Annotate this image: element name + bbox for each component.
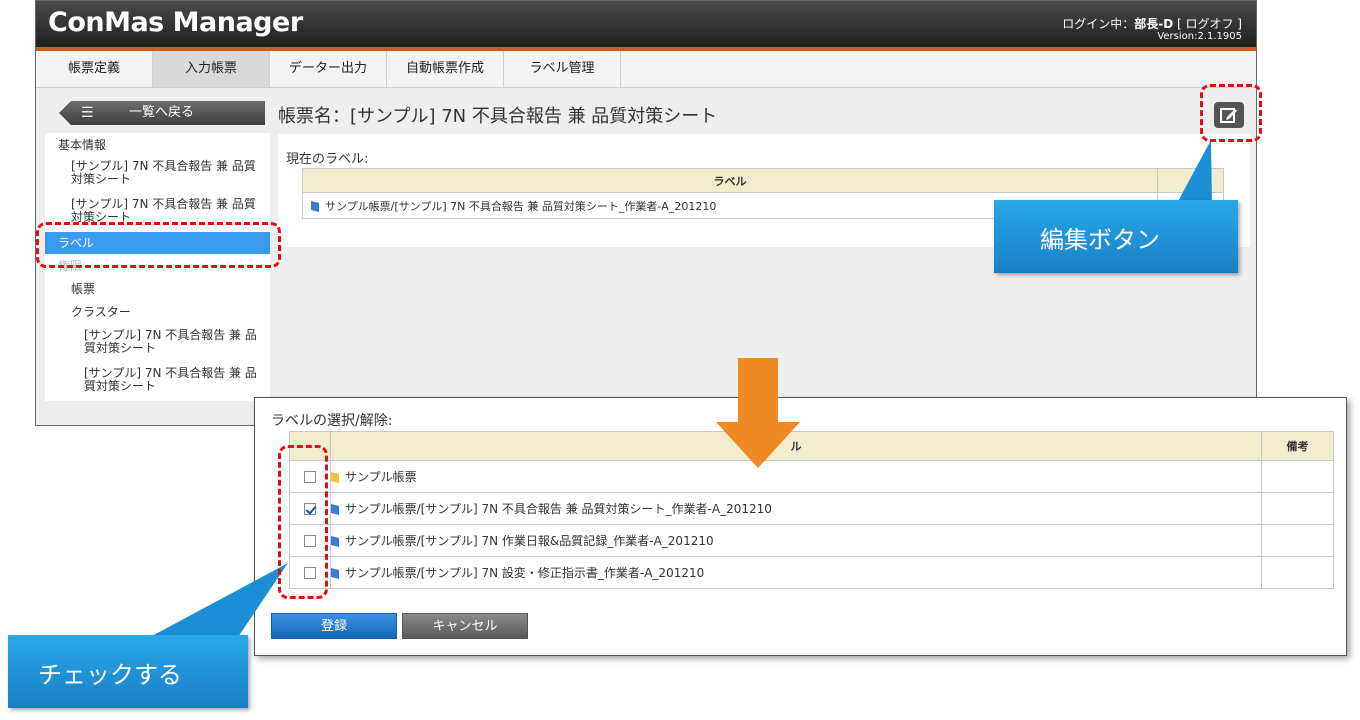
edit-button-callout: 編集ボタン xyxy=(994,200,1238,273)
down-arrow-icon xyxy=(716,358,800,468)
check-callout-text: チェックする xyxy=(38,661,182,689)
edit-callout-text: 編集ボタン xyxy=(1040,226,1160,254)
annotation-overlay xyxy=(150,140,1212,637)
check-callout-pointer xyxy=(150,563,288,637)
checkbox-column-highlight xyxy=(278,445,328,599)
edit-callout-pointer xyxy=(1176,140,1212,205)
screenshot-root: ConMas Manager ログイン中：部長-D [ ログオフ ] Versi… xyxy=(0,0,1360,720)
edit-button-highlight xyxy=(1200,84,1262,142)
label-item-highlight xyxy=(36,222,281,268)
check-callout: チェックする xyxy=(8,635,248,708)
